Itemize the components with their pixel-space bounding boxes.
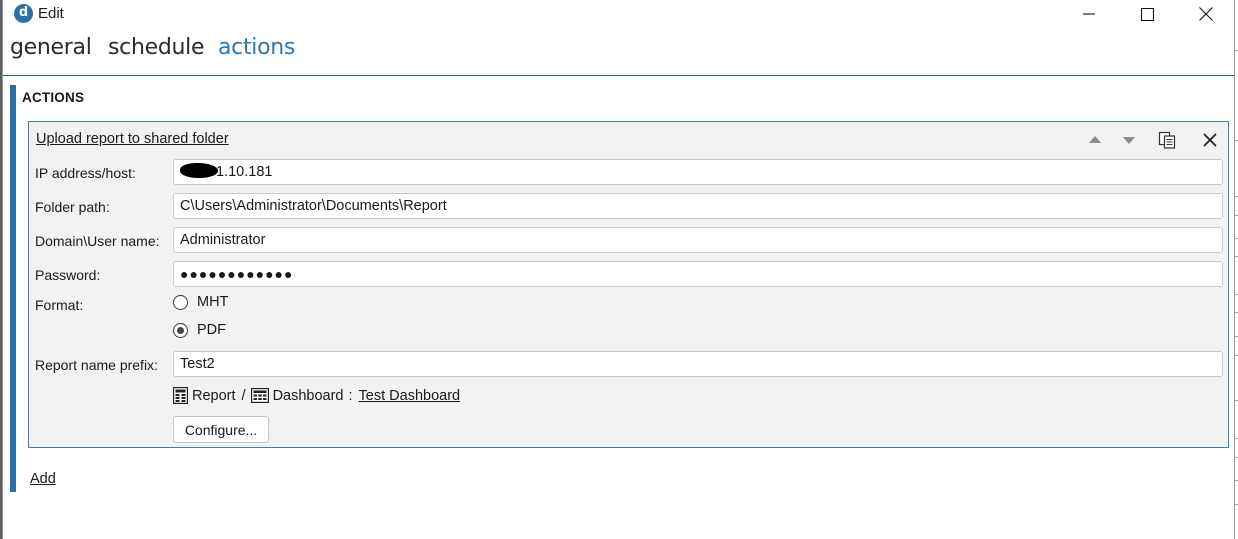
ip-address-input[interactable]: 1.10.181 [173,159,1223,185]
tab-schedule[interactable]: schedule [108,35,205,60]
title-bar: d Edit [3,0,1234,28]
ip-address-label: IP address/host: [35,165,136,181]
format-option-pdf[interactable]: PDF [173,322,226,338]
section-accent-bar [10,85,16,492]
move-down-icon [1123,137,1135,144]
format-option-mht[interactable]: MHT [173,294,228,310]
dashboard-icon [250,388,269,403]
redaction-mark [180,163,218,178]
window-title: Edit [38,5,64,22]
copy-icon [1158,131,1176,149]
tab-actions[interactable]: actions [218,35,295,60]
maximize-icon [1140,7,1154,21]
report-label: Report [192,387,236,404]
configure-button[interactable]: Configure... [173,416,269,443]
close-icon [1199,7,1213,21]
close-icon [1203,133,1217,147]
action-card: Upload report to shared folder IP addres… [28,121,1229,448]
add-action-link[interactable]: Add [30,471,56,487]
maximize-button[interactable] [1124,0,1170,28]
report-prefix-input[interactable]: Test2 [173,351,1223,377]
section-heading: ACTIONS [22,90,85,105]
minimize-button[interactable] [1066,0,1112,28]
mht-radio[interactable] [173,294,188,310]
report-source-row: Report / Dashboard : Test Dashboard [173,387,460,404]
password-input[interactable]: ●●●●●●●●●●●● [173,261,1223,287]
action-title-link[interactable]: Upload report to shared folder [36,131,229,147]
folder-path-label: Folder path: [35,199,110,215]
duplicate-button[interactable] [1155,129,1179,151]
password-label: Password: [35,267,101,283]
source-separator: / [241,387,246,404]
user-name-label: Domain\User name: [35,233,160,249]
format-label: Format: [35,297,84,313]
minimize-icon [1083,13,1095,15]
user-name-input[interactable]: Administrator [173,227,1223,253]
mht-radio-label: MHT [197,294,229,310]
move-up-icon [1089,136,1101,143]
app-logo-icon: d [14,4,33,23]
pdf-radio-label: PDF [197,322,226,338]
tab-separator [3,75,1234,76]
dashboard-link[interactable]: Test Dashboard [359,388,461,404]
pdf-radio[interactable] [173,322,188,338]
edit-window: d Edit general schedule actions ACTIONS … [2,0,1235,539]
move-down-button[interactable] [1119,129,1139,151]
tab-general[interactable]: general [10,35,92,60]
ip-address-value: 1.10.181 [216,164,273,180]
move-up-button[interactable] [1085,129,1105,151]
remove-action-button[interactable] [1199,129,1221,151]
folder-path-input[interactable]: C\Users\Administrator\Documents\Report [173,193,1223,219]
report-icon [173,387,188,404]
close-window-button[interactable] [1183,0,1229,28]
dashboard-label: Dashboard [272,387,344,404]
report-prefix-label: Report name prefix: [35,357,158,373]
source-colon: : [348,387,353,404]
